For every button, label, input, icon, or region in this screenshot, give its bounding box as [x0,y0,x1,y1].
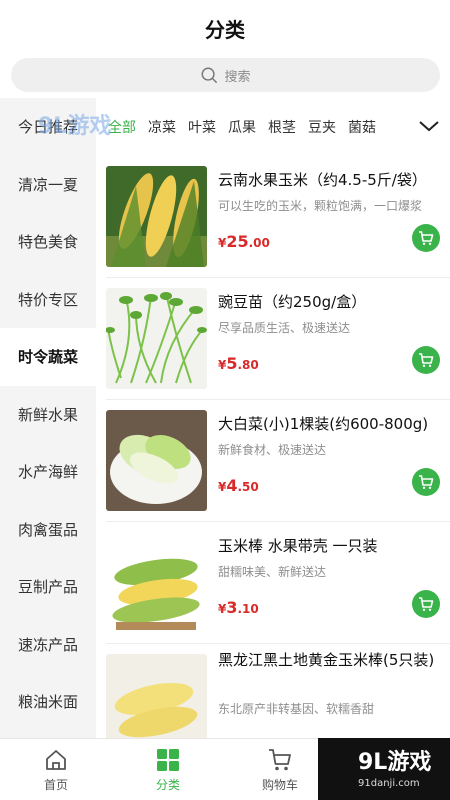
product-price: ¥4.50 [218,476,259,495]
subcategory-tabs: 全部 凉菜 叶菜 瓜果 根茎 豆夹 菌菇 [96,98,450,156]
product-price: ¥5.80 [218,354,259,373]
tab-category-label: 分类 [155,778,180,792]
tab-roots[interactable]: 根茎 [268,117,296,137]
watermark-url: 91danji.com [358,778,420,789]
product-name: 大白菜(小)1棵装(约600-800g) [218,415,429,433]
product-description: 可以生吃的玉米，颗粒饱满，一口爆浆 [218,199,423,213]
cart-icon [269,749,291,771]
add-to-cart-button[interactable] [412,224,440,252]
product-description: 尽享品质生活、极速送达 [218,321,351,335]
product-image-pea-sprouts [106,288,207,389]
tab-melons[interactable]: 瓜果 [228,117,256,137]
search-icon [202,67,218,83]
product-description: 东北原产非转基因、软糯香甜 [218,702,375,716]
add-to-cart-button[interactable] [412,468,440,496]
search-placeholder: 搜索 [224,69,251,85]
search-bar[interactable]: 搜索 [11,58,440,92]
tab-cart-label: 购物车 [261,778,298,792]
watermark-badge: 9L游戏 91danji.com [318,738,450,800]
list-item[interactable]: 云南水果玉米（约4.5-5斤/袋） 可以生吃的玉米，颗粒饱满，一口爆浆 ¥25.… [106,156,450,278]
cart-icon [419,597,434,611]
sidebar-item-today[interactable]: 今日推荐 [0,98,96,156]
sidebar-item-meat-eggs[interactable]: 肉禽蛋品 [0,501,96,559]
tab-category[interactable]: 分类 [112,739,224,800]
product-list: 云南水果玉米（约4.5-5斤/袋） 可以生吃的玉米，颗粒饱满，一口爆浆 ¥25.… [96,156,450,738]
chevron-down-icon[interactable] [418,117,440,135]
list-item[interactable]: 大白菜(小)1棵装(约600-800g) 新鲜食材、极速送达 ¥4.50 [106,400,450,522]
product-price: ¥3.10 [218,598,259,617]
sidebar-item-grain-oil[interactable]: 粮油米面 [0,673,96,731]
list-item[interactable]: 黑龙江黑土地黄金玉米棒(5只装) 东北原产非转基因、软糯香甜 [106,644,450,738]
tab-cold-dishes[interactable]: 凉菜 [148,117,176,137]
product-image-napa-cabbage [106,410,207,511]
product-image-corn [106,166,207,267]
product-description: 新鲜食材、极速送达 [218,443,327,457]
cart-icon [419,475,434,489]
add-to-cart-button[interactable] [412,346,440,374]
product-name: 豌豆苗（约250g/盒） [218,293,367,311]
list-item[interactable]: 豌豆苗（约250g/盒） 尽享品质生活、极速送达 ¥5.80 [106,278,450,400]
tab-home-label: 首页 [43,778,68,792]
page-title: 分类 [205,17,245,42]
category-icon [157,749,179,771]
product-name: 云南水果玉米（约4.5-5斤/袋） [218,171,427,189]
product-name: 玉米棒 水果带壳 一只装 [218,537,378,555]
header: 分类 [0,0,450,56]
category-sidebar: 今日推荐 清凉一夏 特色美食 特价专区 时令蔬菜 新鲜水果 水产海鲜 肉禽蛋品 … [0,98,96,738]
product-description: 甜糯味美、新鲜送达 [218,565,327,579]
sidebar-item-vegetables[interactable]: 时令蔬菜 [0,328,96,386]
home-icon [46,750,66,770]
sidebar-item-soy[interactable]: 豆制产品 [0,558,96,616]
sidebar-item-seafood[interactable]: 水产海鲜 [0,443,96,501]
list-item[interactable]: 玉米棒 水果带壳 一只装 甜糯味美、新鲜送达 ¥3.10 [106,522,450,644]
product-image-corn-cob [106,532,207,633]
product-name: 黑龙江黑土地黄金玉米棒(5只装) [218,651,435,669]
tab-mushrooms[interactable]: 菌菇 [348,117,376,137]
sidebar-item-frozen[interactable]: 速冻产品 [0,616,96,674]
tab-beans[interactable]: 豆夹 [308,117,336,137]
sidebar-item-discount[interactable]: 特价专区 [0,271,96,329]
sidebar-item-fruits[interactable]: 新鲜水果 [0,386,96,444]
sidebar-item-summer[interactable]: 清凉一夏 [0,156,96,214]
tab-leafy[interactable]: 叶菜 [188,117,216,137]
add-to-cart-button[interactable] [412,590,440,618]
tab-home[interactable]: 首页 [0,739,112,800]
sidebar-item-specialty[interactable]: 特色美食 [0,213,96,271]
cart-icon [419,231,434,245]
cart-icon [419,353,434,367]
product-price: ¥25.00 [218,232,270,251]
product-image-golden-corn [106,654,207,738]
watermark-text: 9L游戏 [358,750,432,775]
tab-all[interactable]: 全部 [108,117,136,137]
